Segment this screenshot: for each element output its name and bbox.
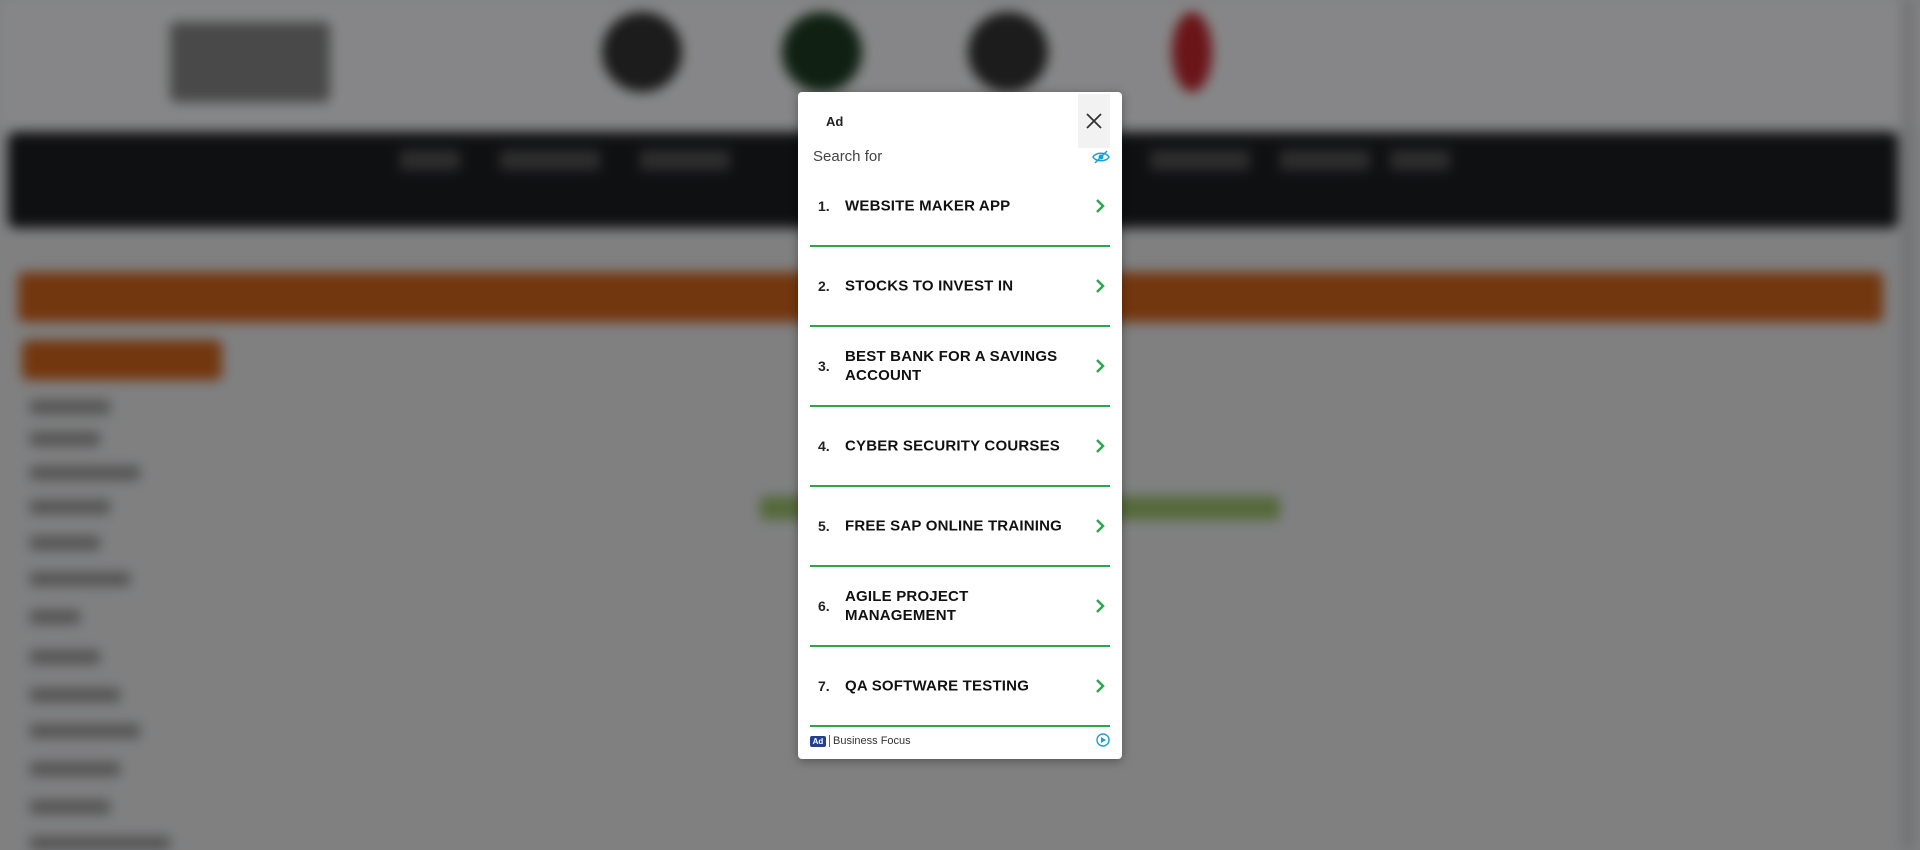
chevron-right-icon <box>1096 519 1105 533</box>
ad-result-4[interactable]: 4. CYBER SECURITY COURSES <box>810 407 1110 487</box>
ad-result-3[interactable]: 3. BEST BANK FOR A SAVINGS ACCOUNT <box>810 327 1110 407</box>
ad-footer: Ad Business Focus <box>810 733 1110 749</box>
chevron-right-icon <box>1096 359 1105 373</box>
result-text: FREE SAP ONLINE TRAINING <box>845 517 1063 535</box>
result-text: BEST BANK FOR A SAVINGS ACCOUNT <box>845 348 1058 384</box>
result-number: 4. <box>818 438 830 454</box>
result-text: CYBER SECURITY COURSES <box>845 437 1060 455</box>
chevron-right-icon <box>1096 679 1105 693</box>
ad-label: Ad <box>826 114 844 129</box>
chevron-right-icon <box>1096 199 1105 213</box>
close-button[interactable] <box>1078 94 1110 148</box>
ad-dialog: Ad Search for 1. WEBSITE MAKER APP 2. ST… <box>798 92 1122 759</box>
result-text: STOCKS TO INVEST IN <box>845 277 1014 295</box>
result-text: WEBSITE MAKER APP <box>845 197 1011 215</box>
adchoices-icon[interactable] <box>1096 733 1110 747</box>
ad-result-5[interactable]: 5. FREE SAP ONLINE TRAINING <box>810 487 1110 567</box>
search-for-label: Search for <box>813 148 883 165</box>
result-number: 6. <box>818 598 830 614</box>
result-number: 1. <box>818 198 830 214</box>
ad-badge: Ad <box>810 735 826 747</box>
result-text: AGILE PROJECT MANAGEMENT <box>845 588 969 624</box>
result-number: 7. <box>818 678 830 694</box>
ad-result-1[interactable]: 1. WEBSITE MAKER APP <box>810 167 1110 247</box>
ad-result-2[interactable]: 2. STOCKS TO INVEST IN <box>810 247 1110 327</box>
ad-source[interactable]: Business Focus <box>833 735 911 747</box>
ad-result-6[interactable]: 6. AGILE PROJECT MANAGEMENT <box>810 567 1110 647</box>
result-number: 3. <box>818 358 830 374</box>
divider <box>829 735 830 747</box>
chevron-right-icon <box>1096 439 1105 453</box>
result-number: 2. <box>818 278 830 294</box>
close-icon <box>1086 113 1102 129</box>
result-number: 5. <box>818 518 830 534</box>
chevron-right-icon <box>1096 599 1105 613</box>
chevron-right-icon <box>1096 279 1105 293</box>
ad-result-7[interactable]: 7. QA SOFTWARE TESTING <box>810 647 1110 727</box>
eye-slash-icon[interactable] <box>1092 150 1110 164</box>
result-text: QA SOFTWARE TESTING <box>845 677 1030 695</box>
